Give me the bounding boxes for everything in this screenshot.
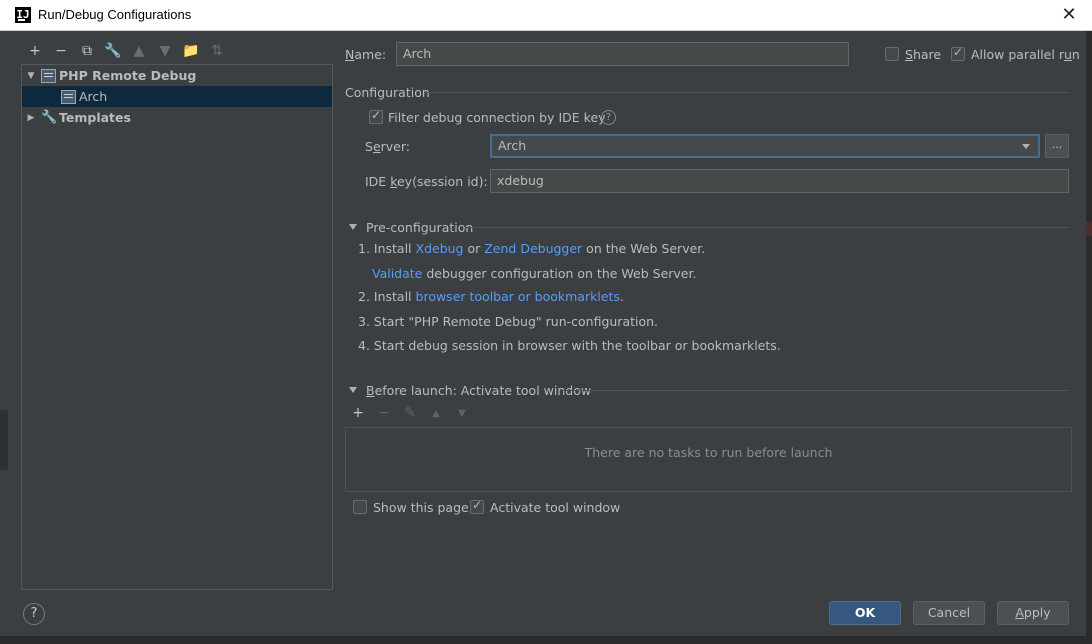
move-down-button[interactable]: ▼	[152, 40, 178, 62]
copy-config-button[interactable]: ⧉	[74, 40, 100, 62]
allow-parallel-run-label[interactable]: Allow parallel run	[971, 47, 1080, 62]
empty-tasks-message: There are no tasks to run before launch	[584, 445, 833, 460]
close-button[interactable]: ✕	[1058, 4, 1080, 26]
ok-button[interactable]: OK	[829, 601, 901, 625]
filter-debug-label[interactable]: Filter debug connection by IDE key	[388, 110, 606, 125]
background-window-edge	[1086, 31, 1092, 644]
share-checkbox[interactable]	[885, 47, 899, 61]
tree-item-label: Templates	[59, 110, 131, 125]
before-launch-section-title[interactable]: Before launch: Activate tool window	[366, 383, 591, 398]
window-title: Run/Debug Configurations	[38, 7, 192, 22]
intellij-app-icon: IJ	[15, 7, 31, 23]
chevron-down-icon	[1022, 144, 1030, 149]
filter-debug-checkbox[interactable]	[369, 108, 383, 124]
preconfiguration-section-title[interactable]: Pre-configuration	[366, 220, 473, 235]
move-task-up-button[interactable]: ▲	[426, 408, 446, 419]
show-this-page-checkbox[interactable]	[353, 500, 367, 514]
browser-toolbar-link[interactable]: browser toolbar or bookmarklets	[416, 289, 620, 304]
background-window-edge-left	[0, 410, 8, 470]
tree-item-php-remote-debug[interactable]: ▼ PHP Remote Debug	[22, 65, 332, 86]
edit-defaults-wrench-icon[interactable]: 🔧	[100, 40, 126, 62]
zend-debugger-link[interactable]: Zend Debugger	[484, 241, 582, 256]
name-input[interactable]: Arch	[396, 42, 849, 66]
activate-tool-window-checkbox[interactable]	[470, 498, 484, 514]
tree-item-arch[interactable]: Arch	[22, 86, 332, 107]
edit-task-pencil-icon[interactable]: ✎	[400, 405, 420, 421]
background-window-edge-bottom	[0, 636, 1092, 644]
preconfig-step-2: 2. Install browser toolbar or bookmarkle…	[358, 289, 624, 304]
cancel-button[interactable]: Cancel	[913, 601, 985, 625]
validate-link[interactable]: Validate	[372, 266, 422, 281]
preconfig-step-1b: Validate debugger configuration on the W…	[372, 266, 697, 281]
wrench-icon: 🔧	[41, 109, 58, 125]
server-dropdown-value: Arch	[498, 138, 527, 153]
help-icon[interactable]: ?	[601, 110, 616, 125]
ide-key-label: IDE key(session id):	[365, 174, 488, 189]
remove-config-button[interactable]: −	[48, 40, 74, 62]
server-label: Server:	[365, 139, 410, 154]
apply-button[interactable]: Apply	[997, 601, 1069, 625]
ide-key-input[interactable]: xdebug	[490, 169, 1069, 193]
add-config-button[interactable]: +	[22, 40, 48, 62]
server-dropdown[interactable]: Arch	[490, 134, 1040, 158]
remove-task-button[interactable]: −	[374, 405, 394, 421]
help-button[interactable]: ?	[23, 603, 45, 625]
allow-parallel-run-checkbox[interactable]	[951, 45, 965, 61]
php-remote-debug-icon	[41, 68, 56, 83]
activate-tool-window-label[interactable]: Activate tool window	[490, 500, 620, 515]
show-this-page-label[interactable]: Show this page	[373, 500, 469, 515]
expand-arrow-icon[interactable]: ▼	[24, 71, 38, 81]
background-window-marker	[1086, 222, 1092, 236]
name-label: Name:	[345, 47, 387, 62]
sort-button[interactable]: ⇅	[204, 40, 230, 62]
collapse-arrow-icon[interactable]: ▶	[24, 113, 38, 123]
xdebug-link[interactable]: Xdebug	[416, 241, 464, 256]
add-task-button[interactable]: +	[348, 405, 368, 421]
share-label[interactable]: Share	[905, 47, 941, 62]
php-remote-debug-icon	[61, 89, 76, 104]
title-bar: IJ Run/Debug Configurations ✕	[0, 0, 1092, 31]
tree-item-templates[interactable]: ▶ 🔧 Templates	[22, 107, 332, 128]
preconfig-step-1: 1. Install Xdebug or Zend Debugger on th…	[358, 241, 706, 256]
configuration-section-title: Configuration	[345, 85, 430, 100]
new-folder-button[interactable]: 📁	[178, 40, 204, 62]
section-divider	[562, 390, 1070, 391]
tree-item-label: PHP Remote Debug	[59, 68, 197, 83]
before-launch-task-list[interactable]: There are no tasks to run before launch	[345, 427, 1072, 492]
config-toolbar: + − ⧉ 🔧 ▲ ▼ 📁 ⇅	[22, 40, 230, 62]
collapse-triangle-icon[interactable]	[349, 387, 357, 393]
browse-servers-button[interactable]: ...	[1045, 134, 1069, 158]
move-up-button[interactable]: ▲	[126, 40, 152, 62]
config-tree[interactable]: ▼ PHP Remote Debug Arch ▶ 🔧 Templates	[21, 64, 333, 590]
tree-item-label: Arch	[79, 89, 108, 104]
preconfig-step-3: 3. Start "PHP Remote Debug" run-configur…	[358, 314, 659, 329]
section-divider	[424, 92, 1070, 93]
preconfig-step-4: 4. Start debug session in browser with t…	[358, 338, 781, 353]
collapse-triangle-icon[interactable]	[349, 224, 357, 230]
section-divider	[466, 227, 1070, 228]
move-task-down-button[interactable]: ▼	[452, 408, 472, 419]
